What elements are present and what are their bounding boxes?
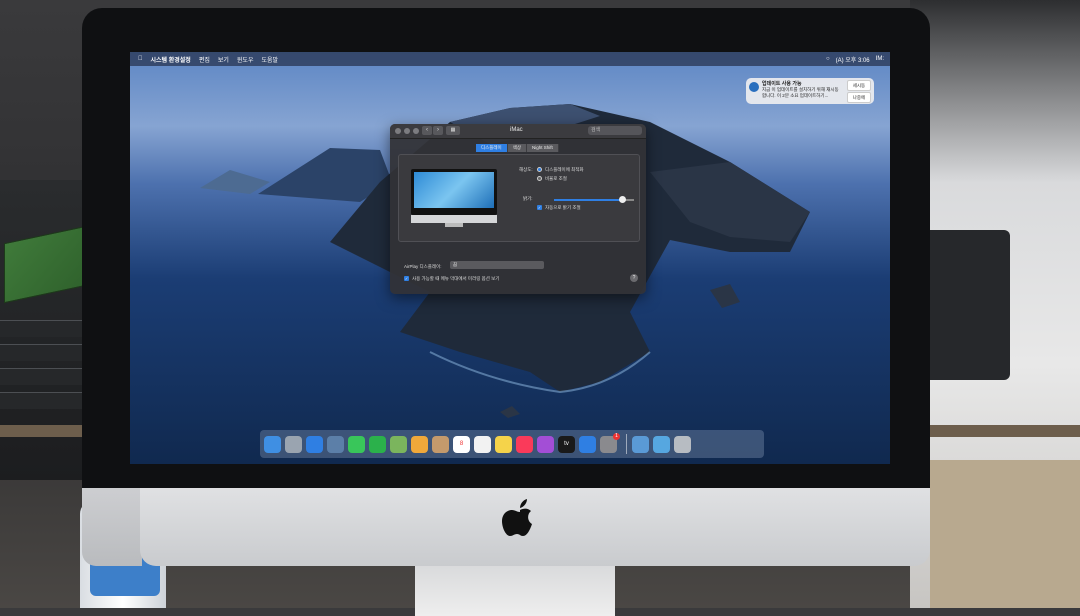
menu-trailing[interactable]: IM: bbox=[876, 56, 884, 62]
window-title: iMac bbox=[510, 127, 523, 133]
notification-title: 업데이트 사용 가능 bbox=[762, 81, 802, 87]
brightness-slider-fill bbox=[554, 199, 622, 201]
imac-bezel:  시스템 환경설정 편집 보기 윈도우 도움말 ○ (A) 오후 3:06 I… bbox=[82, 8, 930, 488]
airplay-label: AirPlay 디스플레이: bbox=[404, 264, 442, 269]
app-store-icon[interactable] bbox=[579, 435, 596, 453]
brightness-label: 밝기: bbox=[523, 196, 533, 201]
podcasts-icon[interactable] bbox=[537, 435, 554, 453]
update-notification[interactable]: 업데이트 사용 가능 지금 이 업데이트를 설치하기 위해 재시동합니다. 이 … bbox=[746, 78, 874, 104]
system-preferences-icon[interactable]: 1 bbox=[600, 432, 620, 453]
auto-brightness-checkbox[interactable]: ✓ bbox=[537, 205, 542, 210]
messages-icon[interactable] bbox=[348, 435, 365, 453]
zoom-window-icon[interactable] bbox=[413, 128, 419, 134]
imac-thumbnail bbox=[411, 169, 497, 227]
menu-window[interactable]: 윈도우 bbox=[237, 55, 254, 64]
maps-icon[interactable] bbox=[390, 435, 407, 453]
thumbnail-screen bbox=[411, 169, 497, 215]
window-titlebar: ‹ › ▦ iMac 검색 bbox=[390, 124, 646, 139]
notes-icon[interactable] bbox=[495, 435, 512, 453]
later-button[interactable]: 나중에 bbox=[847, 92, 871, 103]
thumbnail-display bbox=[414, 172, 494, 208]
tab-color[interactable]: 색상 bbox=[507, 144, 527, 152]
music-icon[interactable] bbox=[516, 435, 533, 453]
search-field[interactable]: 검색 bbox=[588, 126, 642, 135]
tab-night-shift[interactable]: Night Shift bbox=[526, 144, 559, 152]
menu-view[interactable]: 보기 bbox=[218, 55, 229, 64]
menu-edit[interactable]: 편집 bbox=[199, 55, 210, 64]
imac-chin-shade bbox=[82, 480, 142, 566]
safari-icon[interactable] bbox=[306, 435, 323, 453]
mirror-checkbox-label: 사용 가능할 때 메뉴 막대에서 미러링 옵션 보기 bbox=[412, 276, 500, 281]
finder-icon[interactable] bbox=[264, 435, 281, 453]
apple-logo-icon bbox=[502, 499, 532, 536]
resolution-default-label: 디스플레이에 최적화 bbox=[545, 167, 584, 172]
screen:  시스템 환경설정 편집 보기 윈도우 도움말 ○ (A) 오후 3:06 I… bbox=[130, 52, 890, 464]
display-preferences-window: ‹ › ▦ iMac 검색 디스플레이 색상 Night Shift 해상도: … bbox=[390, 124, 646, 294]
contacts-icon[interactable] bbox=[432, 435, 449, 453]
display-pane: 해상도: 디스플레이에 최적화 비율로 조절 밝기: ✓ 자동으로 밝기 조절 bbox=[398, 154, 640, 242]
imac:  시스템 환경설정 편집 보기 윈도우 도움말 ○ (A) 오후 3:06 I… bbox=[82, 8, 930, 616]
back-icon[interactable]: ‹ bbox=[422, 126, 432, 135]
facetime-icon[interactable] bbox=[369, 435, 386, 453]
help-icon[interactable]: ? bbox=[630, 274, 638, 282]
wifi-icon[interactable]: ○ bbox=[826, 56, 830, 62]
mirror-checkbox[interactable]: ✓ bbox=[404, 276, 409, 281]
menu-clock[interactable]: (A) 오후 3:06 bbox=[836, 55, 870, 64]
resolution-scaled-label: 비율로 조절 bbox=[545, 176, 567, 181]
thumbnail-stand bbox=[445, 223, 463, 227]
trash-icon[interactable] bbox=[674, 435, 691, 453]
resolution-label: 해상도: bbox=[519, 167, 533, 172]
resolution-default-radio[interactable] bbox=[537, 167, 542, 172]
auto-brightness-label: 자동으로 밝기 조절 bbox=[545, 205, 581, 210]
forward-icon[interactable]: › bbox=[433, 126, 443, 135]
restart-button[interactable]: 세시동 bbox=[847, 80, 871, 91]
reminders-icon[interactable] bbox=[474, 435, 491, 453]
tab-bar: 디스플레이 색상 Night Shift bbox=[476, 144, 559, 152]
show-all-grid-icon[interactable]: ▦ bbox=[446, 126, 460, 135]
background-box bbox=[930, 460, 1080, 608]
brightness-slider-knob[interactable] bbox=[619, 196, 626, 203]
notification-body: 지금 이 업데이트를 설치하기 위해 재시동합니다. 이 2분 소요 업데이트하… bbox=[762, 87, 839, 98]
downloads-icon[interactable] bbox=[632, 435, 649, 453]
launchpad-icon[interactable] bbox=[285, 435, 302, 453]
tab-display[interactable]: 디스플레이 bbox=[476, 144, 508, 152]
apple-menu-icon[interactable]:  bbox=[138, 56, 143, 62]
dock: 8 tv 1 bbox=[260, 430, 764, 458]
airplay-select[interactable]: 끔 bbox=[450, 261, 544, 269]
photos-icon[interactable] bbox=[411, 435, 428, 453]
brightness-slider[interactable] bbox=[554, 196, 634, 203]
thumbnail-chin bbox=[411, 215, 497, 223]
folder-icon[interactable] bbox=[653, 435, 670, 453]
menu-help[interactable]: 도움말 bbox=[261, 55, 278, 64]
dock-separator bbox=[626, 434, 627, 454]
system-preferences-icon bbox=[749, 82, 759, 92]
resolution-scaled-radio[interactable] bbox=[537, 176, 542, 181]
menu-app-name[interactable]: 시스템 환경설정 bbox=[151, 55, 191, 64]
menu-bar:  시스템 환경설정 편집 보기 윈도우 도움말 ○ (A) 오후 3:06 I… bbox=[130, 52, 890, 66]
close-window-icon[interactable] bbox=[395, 128, 401, 134]
tv-icon[interactable]: tv bbox=[558, 435, 575, 453]
imac-stand bbox=[415, 558, 615, 616]
update-badge: 1 bbox=[613, 432, 620, 440]
calendar-icon[interactable]: 8 bbox=[453, 435, 470, 453]
photos-preview-icon[interactable] bbox=[327, 435, 344, 453]
minimize-window-icon[interactable] bbox=[404, 128, 410, 134]
